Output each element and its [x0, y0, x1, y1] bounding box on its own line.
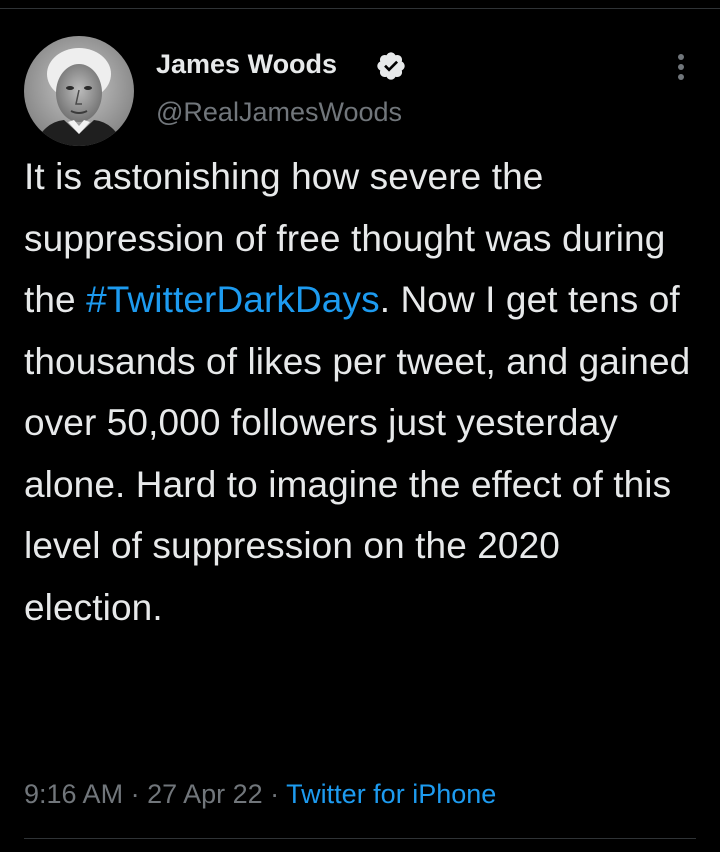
tweet-source-link[interactable]: Twitter for iPhone	[286, 779, 496, 809]
hashtag-link[interactable]: #TwitterDarkDays	[86, 279, 380, 320]
avatar-photo	[24, 36, 134, 146]
tweet-meta: 9:16 AM · 27 Apr 22 · Twitter for iPhone	[24, 772, 496, 816]
meta-separator: ·	[123, 779, 148, 809]
tweet: James Woods @RealJamesWoods It is astoni…	[0, 0, 720, 852]
tweet-time[interactable]: 9:16 AM	[24, 779, 123, 809]
bottom-divider	[24, 838, 696, 839]
tweet-text: It is astonishing how severe the suppres…	[24, 146, 704, 638]
verified-badge-icon	[375, 50, 407, 82]
tweet-text-after: . Now I get tens of thousands of likes p…	[24, 279, 691, 628]
more-vertical-icon[interactable]	[666, 50, 696, 86]
tweet-date[interactable]: 27 Apr 22	[147, 779, 263, 809]
author-handle[interactable]: @RealJamesWoods	[156, 92, 402, 132]
meta-separator-2: ·	[262, 779, 287, 809]
avatar[interactable]	[24, 36, 134, 146]
author-name[interactable]: James Woods	[156, 44, 337, 84]
